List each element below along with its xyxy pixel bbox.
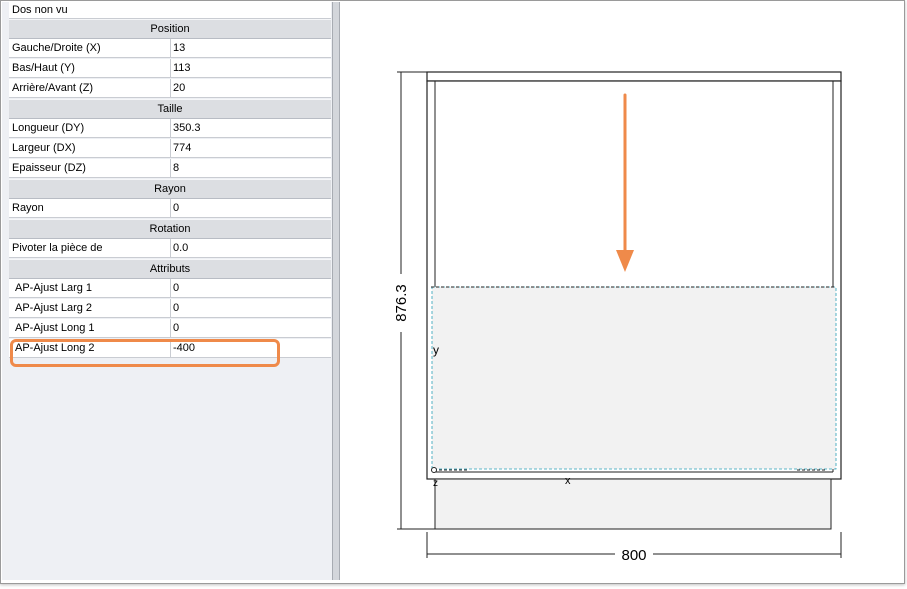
property-row[interactable]: AP-Ajust Larg 1 0: [9, 279, 331, 299]
property-value[interactable]: 0: [171, 299, 331, 318]
property-value[interactable]: 0: [171, 199, 331, 218]
highlight-callout: [10, 339, 280, 367]
property-value[interactable]: 0: [171, 279, 331, 298]
top-board: [426, 71, 842, 82]
property-row[interactable]: Gauche/Droite (X) 13: [9, 39, 331, 59]
property-grid: Dos non vu Position Gauche/Droite (X) 13…: [9, 2, 331, 359]
property-value[interactable]: 0.0: [171, 239, 331, 258]
section-header-rayon[interactable]: Rayon: [9, 179, 331, 199]
section-header-attributs[interactable]: Attributs: [9, 259, 331, 279]
property-key: Largeur (DX): [9, 139, 171, 158]
property-key: Arrière/Avant (Z): [9, 79, 171, 98]
property-panel: Dos non vu Position Gauche/Droite (X) 13…: [2, 2, 332, 580]
axis-x-label: x: [565, 475, 571, 487]
property-key: Gauche/Droite (X): [9, 39, 171, 58]
axis-z-label: z: [433, 478, 438, 489]
property-value[interactable]: 20: [171, 79, 331, 98]
property-value[interactable]: 13: [171, 39, 331, 58]
application-window: Dos non vu Position Gauche/Droite (X) 13…: [0, 0, 905, 584]
property-key: Longueur (DY): [9, 119, 171, 138]
plinth: [434, 478, 832, 530]
property-key: AP-Ajust Larg 1: [9, 279, 171, 298]
property-row[interactable]: Longueur (DY) 350.3: [9, 119, 331, 139]
width-dimension-label: 800: [621, 547, 646, 564]
property-row[interactable]: Arrière/Avant (Z) 20: [9, 79, 331, 99]
property-row[interactable]: Bas/Haut (Y) 113: [9, 59, 331, 79]
property-row[interactable]: Largeur (DX) 774: [9, 139, 331, 159]
property-key: Rayon: [9, 199, 171, 218]
property-key: AP-Ajust Long 1: [9, 319, 171, 338]
property-row[interactable]: AP-Ajust Larg 2 0: [9, 299, 331, 319]
property-key: Bas/Haut (Y): [9, 59, 171, 78]
property-value[interactable]: 113: [171, 59, 331, 78]
height-dimension-label: 876.3: [393, 284, 410, 322]
section-header-position[interactable]: Position: [9, 19, 331, 39]
property-value[interactable]: 0: [171, 319, 331, 338]
property-row[interactable]: Rayon 0: [9, 199, 331, 219]
cabinet-drawing: y z x 876.3 800: [389, 71, 842, 564]
panel-header-label: Dos non vu: [9, 2, 331, 19]
axis-y-label: y: [433, 343, 439, 357]
section-header-taille[interactable]: Taille: [9, 99, 331, 119]
back-panel[interactable]: [431, 286, 837, 470]
property-row[interactable]: AP-Ajust Long 1 0: [9, 319, 331, 339]
property-key: Epaisseur (DZ): [9, 159, 171, 178]
part-name: Dos non vu: [12, 4, 68, 16]
origin-marker: [431, 467, 437, 473]
property-value[interactable]: 8: [171, 159, 331, 178]
property-key: AP-Ajust Larg 2: [9, 299, 171, 318]
property-value[interactable]: 774: [171, 139, 331, 158]
property-key: Pivoter la pièce de: [9, 239, 171, 258]
property-row[interactable]: Pivoter la pièce de 0.0: [9, 239, 331, 259]
property-value[interactable]: 350.3: [171, 119, 331, 138]
section-header-rotation[interactable]: Rotation: [9, 219, 331, 239]
drawing-canvas[interactable]: y z x 876.3 800: [339, 2, 905, 584]
property-row[interactable]: Epaisseur (DZ) 8: [9, 159, 331, 179]
